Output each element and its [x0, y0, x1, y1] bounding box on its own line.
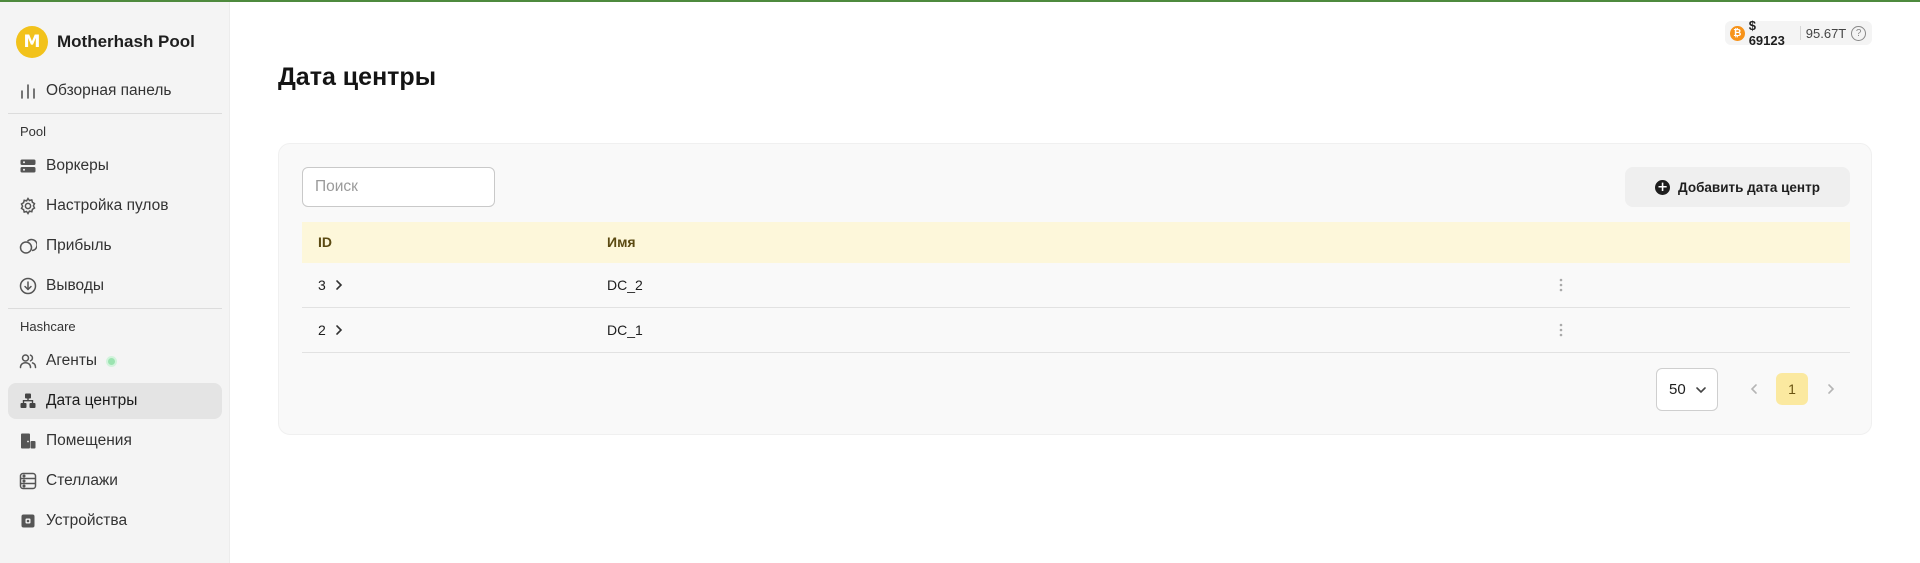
users-icon — [18, 351, 38, 371]
row-name: DC_1 — [607, 322, 643, 338]
network-icon — [18, 391, 38, 411]
brand-name: Motherhash Pool — [57, 32, 195, 51]
sidebar-item-datacenters[interactable]: Дата центры — [8, 383, 222, 419]
row-id: 2 — [318, 322, 326, 338]
sidebar-divider — [8, 308, 222, 309]
sidebar-item-agents[interactable]: Агенты — [8, 343, 222, 379]
device-icon — [18, 511, 38, 531]
sidebar-item-profit[interactable]: Прибыль — [8, 228, 222, 264]
online-status-dot — [106, 355, 118, 367]
sidebar-item-label: Помещения — [46, 432, 132, 449]
brand[interactable]: M Motherhash Pool — [16, 24, 195, 60]
top-accent-line — [0, 0, 1920, 2]
sidebar-item-withdrawals[interactable]: Выводы — [8, 268, 222, 304]
row-id-toggle[interactable]: 3 — [318, 277, 345, 293]
more-vertical-icon[interactable] — [1555, 320, 1567, 340]
row-id-toggle[interactable]: 2 — [318, 322, 345, 338]
bar-chart-icon — [18, 81, 38, 101]
sidebar-item-label: Выводы — [46, 277, 105, 294]
page-title: Дата центры — [278, 63, 437, 91]
prev-page-button[interactable] — [1747, 382, 1761, 396]
sidebar-divider — [8, 113, 222, 114]
search-input[interactable] — [302, 167, 495, 207]
page-number-button[interactable]: 1 — [1776, 373, 1808, 405]
datacenters-card: + Добавить дата центр ID Имя 3 DC_2 2 DC… — [278, 143, 1872, 435]
sidebar: M Motherhash Pool Обзорная панель Pool В… — [0, 2, 230, 563]
page-size-value: 50 — [1669, 381, 1686, 398]
sidebar-item-label: Обзорная панель — [46, 82, 172, 99]
sidebar-item-racks[interactable]: Стеллажи — [8, 463, 222, 499]
sidebar-item-dashboard[interactable]: Обзорная панель — [8, 73, 222, 109]
sidebar-item-rooms[interactable]: Помещения — [8, 423, 222, 459]
next-page-button[interactable] — [1824, 382, 1838, 396]
plus-circle-icon: + — [1655, 179, 1671, 195]
help-icon[interactable]: ? — [1851, 25, 1866, 41]
more-vertical-icon[interactable] — [1555, 275, 1567, 295]
room-icon — [18, 431, 38, 451]
network-hashrate: 95.67T — [1805, 25, 1847, 41]
bitcoin-icon: ₿ — [1730, 25, 1745, 41]
section-label-pool: Pool — [20, 124, 47, 139]
sidebar-item-label: Прибыль — [46, 237, 112, 254]
chevron-right-icon — [335, 280, 342, 290]
download-circle-icon — [18, 276, 38, 296]
row-name: DC_2 — [607, 277, 643, 293]
brand-logo: M — [16, 26, 48, 58]
chevron-down-icon — [1696, 387, 1706, 394]
row-id: 3 — [318, 277, 326, 293]
sidebar-item-devices[interactable]: Устройства — [8, 503, 222, 539]
table-row[interactable]: 2 DC_1 — [302, 308, 1850, 353]
add-datacenter-label: Добавить дата центр — [1678, 179, 1820, 195]
sidebar-item-label: Агенты — [46, 352, 98, 369]
table-header: ID Имя — [302, 222, 1850, 263]
column-header-name: Имя — [607, 234, 636, 250]
sidebar-item-label: Дата центры — [46, 392, 138, 409]
table-row[interactable]: 3 DC_2 — [302, 263, 1850, 308]
rack-icon — [18, 471, 38, 491]
sidebar-item-label: Воркеры — [46, 157, 109, 174]
add-datacenter-button[interactable]: + Добавить дата центр — [1625, 167, 1850, 207]
section-label-hashcare: Hashcare — [20, 319, 76, 334]
sidebar-item-workers[interactable]: Воркеры — [8, 148, 222, 184]
price-ticker: ₿ $ 69123 95.67T ? — [1725, 18, 1872, 48]
gear-icon — [18, 196, 38, 216]
server-icon — [18, 156, 38, 176]
sidebar-item-label: Устройства — [46, 512, 128, 529]
ticker-separator — [1799, 26, 1801, 40]
coins-icon — [18, 236, 38, 256]
chevron-right-icon — [335, 325, 342, 335]
sidebar-item-label: Настройка пулов — [46, 197, 169, 214]
page-size-select[interactable]: 50 — [1656, 368, 1718, 411]
sidebar-item-label: Стеллажи — [46, 472, 118, 489]
sidebar-item-pool-settings[interactable]: Настройка пулов — [8, 188, 222, 224]
column-header-id: ID — [318, 234, 332, 250]
btc-price: $ 69123 — [1748, 18, 1785, 48]
